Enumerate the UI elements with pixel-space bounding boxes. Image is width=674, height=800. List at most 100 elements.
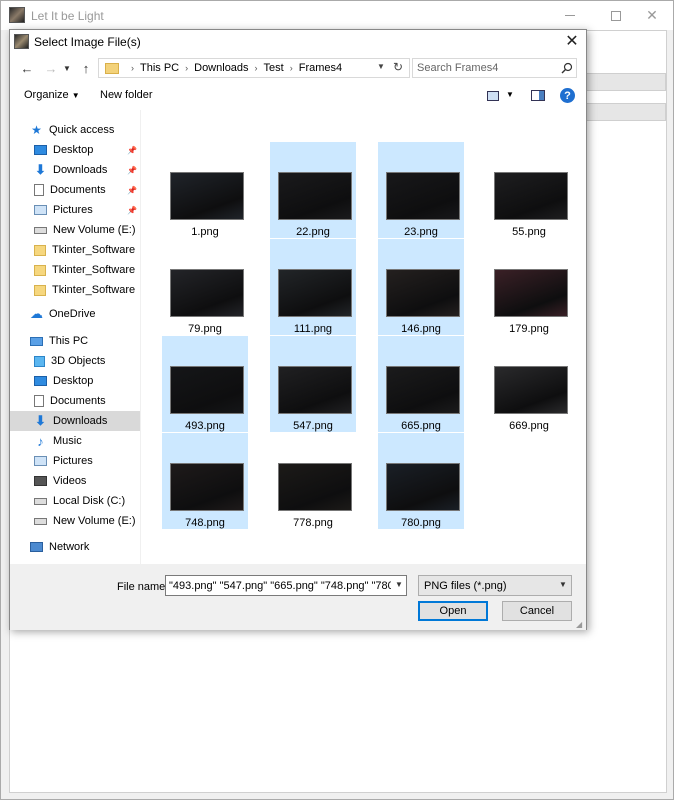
sidebar-item[interactable]: Local Disk (C:) xyxy=(10,491,140,511)
file-type-select[interactable]: PNG files (*.png) ▼ xyxy=(418,575,572,596)
file-item[interactable]: 778.png xyxy=(270,433,356,529)
download-icon: ⬇ xyxy=(35,413,46,428)
sidebar-item[interactable]: Tkinter_Software xyxy=(10,260,140,280)
sidebar-item[interactable]: New Volume (E:) xyxy=(10,220,140,240)
file-thumbnail xyxy=(494,269,568,317)
sidebar-item[interactable]: Documents 📌 xyxy=(10,180,140,200)
star-icon: ★ xyxy=(31,123,42,137)
sidebar-item-label: Music xyxy=(53,435,82,447)
sidebar-item-label: Downloads xyxy=(53,415,108,427)
file-item[interactable]: 669.png xyxy=(486,336,572,432)
videos-icon xyxy=(34,476,47,486)
sidebar-item[interactable]: Documents xyxy=(10,391,140,411)
up-arrow-icon[interactable]: ↑ xyxy=(77,60,95,76)
breadcrumb-frames4[interactable]: Frames4 xyxy=(299,62,342,74)
sidebar-item[interactable]: ⬇ Downloads 📌 xyxy=(10,160,140,180)
file-name-combobox[interactable]: ▼ xyxy=(165,575,407,596)
file-thumbnail xyxy=(278,172,352,220)
folder-icon xyxy=(34,284,46,296)
file-name-label: 669.png xyxy=(509,420,549,432)
sidebar-item[interactable]: New Volume (E:) xyxy=(10,511,140,531)
folder-icon xyxy=(34,244,46,256)
pane-divider[interactable] xyxy=(140,110,141,564)
new-folder-button[interactable]: New folder xyxy=(100,89,153,101)
dialog-close-button[interactable]: ✕ xyxy=(558,30,586,52)
file-item[interactable]: 55.png xyxy=(486,142,572,238)
app-icon xyxy=(9,7,25,23)
file-item[interactable]: 493.png xyxy=(162,336,248,432)
file-thumbnail xyxy=(278,463,352,511)
file-item[interactable]: 22.png xyxy=(270,142,356,238)
sidebar-item-label: Tkinter_Software xyxy=(52,284,136,296)
sidebar-item[interactable]: Pictures 📌 xyxy=(10,200,140,220)
sidebar-item[interactable]: This PC xyxy=(10,331,140,351)
sidebar-item[interactable]: Desktop 📌 xyxy=(10,140,140,160)
help-icon[interactable]: ? xyxy=(560,88,575,103)
sidebar-item[interactable]: Videos xyxy=(10,471,140,491)
main-close-button[interactable]: ✕ xyxy=(629,1,674,30)
pin-icon: 📌 xyxy=(127,165,137,175)
download-icon: ⬇ xyxy=(35,162,46,177)
view-options-icon[interactable] xyxy=(487,91,499,101)
file-item[interactable]: 23.png xyxy=(378,142,464,238)
search-box[interactable] xyxy=(412,58,577,78)
file-item[interactable]: 547.png xyxy=(270,336,356,432)
breadcrumb-this-pc[interactable]: This PC xyxy=(140,62,179,74)
sidebar-item[interactable]: ♪ Music xyxy=(10,431,140,451)
open-button[interactable]: Open xyxy=(418,601,488,621)
chevron-down-icon[interactable]: ▼ xyxy=(395,580,403,589)
chevron-down-icon: ▼ xyxy=(559,580,567,589)
search-icon[interactable] xyxy=(561,62,573,74)
sidebar-item-label: 3D Objects xyxy=(51,355,106,367)
sidebar-item[interactable]: ⬇ Downloads xyxy=(10,411,140,431)
address-bar[interactable]: › This PC › Downloads › Test › Frames4 ▼… xyxy=(98,58,410,78)
file-item[interactable]: 111.png xyxy=(270,239,356,335)
sidebar-item-label: New Volume (E:) xyxy=(53,224,136,236)
back-arrow-icon[interactable]: ← xyxy=(18,60,36,76)
file-item[interactable]: 1.png xyxy=(162,142,248,238)
file-item[interactable]: 665.png xyxy=(378,336,464,432)
sidebar-item[interactable]: Pictures xyxy=(10,451,140,471)
sidebar-item[interactable]: Network xyxy=(10,537,140,557)
file-item[interactable]: 780.png xyxy=(378,433,464,529)
file-thumbnail xyxy=(494,172,568,220)
minimize-button[interactable] xyxy=(547,1,593,30)
sidebar-item[interactable]: 3D Objects xyxy=(10,351,140,371)
search-input[interactable] xyxy=(417,61,557,75)
pictures-icon xyxy=(34,205,47,215)
sidebar-item-label: Local Disk (C:) xyxy=(53,495,126,507)
sidebar-item-label: This PC xyxy=(49,335,89,347)
sidebar-item[interactable]: ★ Quick access xyxy=(10,120,140,140)
pin-icon: 📌 xyxy=(127,205,137,215)
file-name-label: 146.png xyxy=(401,323,441,335)
maximize-icon xyxy=(611,10,621,21)
forward-arrow-icon[interactable]: → xyxy=(42,60,60,76)
file-item[interactable]: 748.png xyxy=(162,433,248,529)
file-item[interactable]: 179.png xyxy=(486,239,572,335)
sidebar-item[interactable]: Tkinter_Software xyxy=(10,280,140,300)
cancel-button[interactable]: Cancel xyxy=(502,601,572,621)
sidebar-item[interactable]: Desktop xyxy=(10,371,140,391)
sidebar-item[interactable]: ☁ OneDrive xyxy=(10,304,140,324)
breadcrumb-test[interactable]: Test xyxy=(264,62,284,74)
resize-grip-icon[interactable]: ◢ xyxy=(576,620,582,629)
organize-button[interactable]: Organize ▼ xyxy=(24,89,80,101)
file-item[interactable]: 79.png xyxy=(162,239,248,335)
chevron-down-icon[interactable]: ▼ xyxy=(506,90,514,99)
recent-locations-chevron-icon[interactable]: ▼ xyxy=(62,60,72,76)
file-thumbnail xyxy=(386,269,460,317)
file-name-label: 665.png xyxy=(401,420,441,432)
chevron-down-icon[interactable]: ▼ xyxy=(377,62,385,71)
file-thumbnail xyxy=(278,366,352,414)
file-thumbnail xyxy=(278,269,352,317)
file-name-input[interactable] xyxy=(169,579,391,593)
desktop-icon xyxy=(34,145,47,155)
file-name-label: 780.png xyxy=(401,517,441,529)
sidebar-item[interactable]: Tkinter_Software xyxy=(10,240,140,260)
breadcrumb-downloads[interactable]: Downloads xyxy=(194,62,248,74)
sidebar-item-label: Tkinter_Software xyxy=(52,264,136,276)
file-item[interactable]: 146.png xyxy=(378,239,464,335)
refresh-icon[interactable]: ↻ xyxy=(393,60,403,74)
preview-pane-icon[interactable] xyxy=(531,90,545,101)
desktop-icon xyxy=(34,376,47,386)
